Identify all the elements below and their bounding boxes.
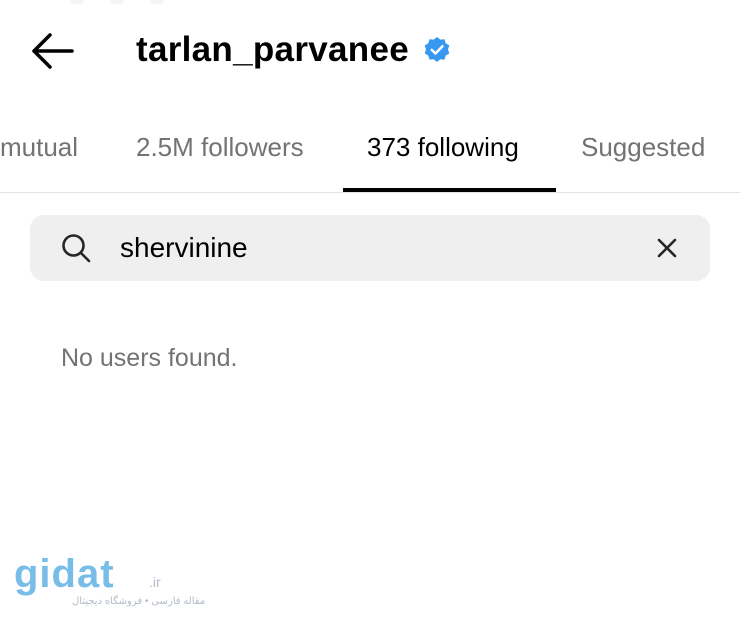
- close-icon: [657, 238, 677, 258]
- watermark-tagline: مقاله فارسی • فروشگاه دیجیتال: [72, 596, 206, 607]
- verified-badge-icon: [424, 37, 450, 62]
- empty-results-message: No users found.: [61, 344, 238, 372]
- watermark-tld: .ir: [149, 574, 161, 590]
- profile-username: tarlan_parvanee: [136, 30, 409, 69]
- follow-tabs: mutual 2.5M followers 373 following Sugg…: [0, 114, 740, 193]
- active-tab-indicator: [343, 188, 556, 192]
- search-input[interactable]: [120, 215, 640, 281]
- back-arrow-icon: [32, 33, 74, 69]
- tab-mutual[interactable]: mutual: [0, 114, 78, 192]
- watermark-logo: gidat: [14, 552, 115, 596]
- search-icon: [62, 234, 91, 263]
- profile-title-group: tarlan_parvanee: [136, 28, 451, 72]
- back-button[interactable]: [28, 31, 76, 71]
- profile-header: tarlan_parvanee: [0, 0, 740, 100]
- watermark: gidat .ir مقاله فارسی • فروشگاه دیجیتال: [14, 552, 205, 616]
- tab-following[interactable]: 373 following: [367, 114, 519, 192]
- tab-suggested[interactable]: Suggested: [581, 114, 705, 192]
- clear-search-button[interactable]: [652, 233, 682, 263]
- search-bar: [30, 215, 710, 281]
- tab-followers[interactable]: 2.5M followers: [136, 114, 304, 192]
